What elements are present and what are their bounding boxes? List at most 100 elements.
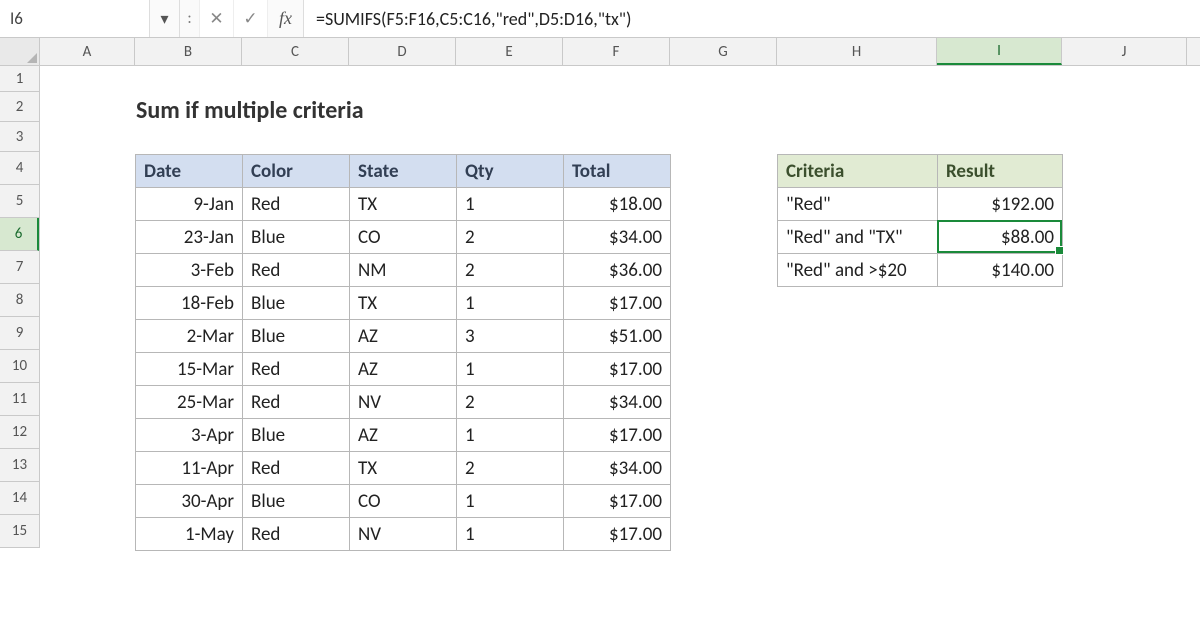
- row-header[interactable]: 11: [0, 383, 39, 416]
- cell[interactable]: $34.00: [564, 221, 671, 254]
- cell[interactable]: 2: [457, 254, 564, 287]
- column-header[interactable]: B: [135, 38, 242, 65]
- cell[interactable]: NV: [350, 386, 457, 419]
- insert-function-button[interactable]: fx: [268, 0, 304, 37]
- row-header[interactable]: 3: [0, 122, 39, 152]
- column-header[interactable]: G: [670, 38, 777, 65]
- cell[interactable]: 18-Feb: [136, 287, 243, 320]
- cell[interactable]: Blue: [243, 287, 350, 320]
- cell[interactable]: CO: [350, 221, 457, 254]
- criteria-cell[interactable]: "Red" and "TX": [778, 221, 938, 254]
- cell[interactable]: 11-Apr: [136, 452, 243, 485]
- cell[interactable]: Blue: [243, 419, 350, 452]
- row-header[interactable]: 2: [0, 92, 39, 122]
- row-header[interactable]: 7: [0, 251, 39, 284]
- column-header-cell[interactable]: Date: [136, 155, 243, 188]
- column-header[interactable]: J: [1062, 38, 1187, 65]
- cell[interactable]: Red: [243, 518, 350, 551]
- result-cell[interactable]: $192.00: [938, 188, 1063, 221]
- name-box[interactable]: I6: [0, 0, 150, 37]
- cell[interactable]: 2: [457, 386, 564, 419]
- cell[interactable]: $17.00: [564, 353, 671, 386]
- cell[interactable]: AZ: [350, 419, 457, 452]
- row-header[interactable]: 5: [0, 185, 39, 218]
- cell[interactable]: Red: [243, 386, 350, 419]
- cell[interactable]: 2: [457, 221, 564, 254]
- column-header-cell[interactable]: Qty: [457, 155, 564, 188]
- column-header-cell[interactable]: Color: [243, 155, 350, 188]
- row-header[interactable]: 6: [0, 218, 39, 251]
- name-box-dropdown[interactable]: ▾: [150, 0, 180, 37]
- cell[interactable]: 3-Apr: [136, 419, 243, 452]
- column-header[interactable]: H: [777, 38, 937, 65]
- cell[interactable]: 23-Jan: [136, 221, 243, 254]
- cell[interactable]: 1-May: [136, 518, 243, 551]
- column-header[interactable]: A: [40, 38, 135, 65]
- row-header[interactable]: 14: [0, 482, 39, 515]
- result-cell[interactable]: $88.00: [938, 221, 1063, 254]
- cell[interactable]: $17.00: [564, 485, 671, 518]
- cell[interactable]: 1: [457, 188, 564, 221]
- cell[interactable]: 1: [457, 353, 564, 386]
- cell[interactable]: 15-Mar: [136, 353, 243, 386]
- row-header[interactable]: 13: [0, 449, 39, 482]
- column-header[interactable]: I: [937, 38, 1062, 65]
- cell[interactable]: $17.00: [564, 518, 671, 551]
- cancel-button[interactable]: ✕: [200, 0, 234, 37]
- cell[interactable]: Red: [243, 188, 350, 221]
- column-header[interactable]: E: [456, 38, 563, 65]
- criteria-cell[interactable]: "Red" and >$20: [778, 254, 938, 287]
- select-all-button[interactable]: [0, 38, 40, 65]
- row-header[interactable]: 4: [0, 152, 39, 185]
- column-header[interactable]: D: [349, 38, 456, 65]
- cell[interactable]: Red: [243, 452, 350, 485]
- cell[interactable]: Blue: [243, 320, 350, 353]
- cell[interactable]: $17.00: [564, 287, 671, 320]
- cell[interactable]: $36.00: [564, 254, 671, 287]
- cell[interactable]: 1: [457, 419, 564, 452]
- criteria-cell[interactable]: "Red": [778, 188, 938, 221]
- cell[interactable]: $18.00: [564, 188, 671, 221]
- row-header[interactable]: 8: [0, 284, 39, 317]
- cell[interactable]: Red: [243, 353, 350, 386]
- column-header-cell[interactable]: Total: [564, 155, 671, 188]
- cell[interactable]: $17.00: [564, 419, 671, 452]
- column-header-cell[interactable]: Result: [938, 155, 1063, 188]
- cell[interactable]: Red: [243, 254, 350, 287]
- row-header[interactable]: 12: [0, 416, 39, 449]
- row-header[interactable]: 1: [0, 66, 39, 92]
- cell[interactable]: AZ: [350, 320, 457, 353]
- column-header[interactable]: C: [242, 38, 349, 65]
- cell[interactable]: 1: [457, 287, 564, 320]
- cell[interactable]: 1: [457, 518, 564, 551]
- cell[interactable]: TX: [350, 188, 457, 221]
- worksheet-grid[interactable]: 123456789101112131415 Sum if multiple cr…: [0, 66, 1200, 630]
- cell[interactable]: 2: [457, 452, 564, 485]
- formula-input[interactable]: =SUMIFS(F5:F16,C5:C16,"red",D5:D16,"tx"): [304, 0, 1200, 37]
- row-header[interactable]: 10: [0, 350, 39, 383]
- column-header-cell[interactable]: Criteria: [778, 155, 938, 188]
- cell[interactable]: $51.00: [564, 320, 671, 353]
- cell[interactable]: $34.00: [564, 452, 671, 485]
- cell[interactable]: TX: [350, 452, 457, 485]
- cell[interactable]: AZ: [350, 353, 457, 386]
- cell[interactable]: 9-Jan: [136, 188, 243, 221]
- row-header[interactable]: 9: [0, 317, 39, 350]
- cell[interactable]: 25-Mar: [136, 386, 243, 419]
- result-cell[interactable]: $140.00: [938, 254, 1063, 287]
- enter-button[interactable]: ✓: [234, 0, 268, 37]
- row-header[interactable]: 15: [0, 515, 39, 548]
- column-header[interactable]: F: [563, 38, 670, 65]
- cell[interactable]: TX: [350, 287, 457, 320]
- cell[interactable]: NV: [350, 518, 457, 551]
- cell[interactable]: 1: [457, 485, 564, 518]
- cell[interactable]: NM: [350, 254, 457, 287]
- cell[interactable]: 3-Feb: [136, 254, 243, 287]
- cell[interactable]: $34.00: [564, 386, 671, 419]
- cell[interactable]: Blue: [243, 485, 350, 518]
- cell[interactable]: 2-Mar: [136, 320, 243, 353]
- sheet-body[interactable]: Sum if multiple criteria DateColorStateQ…: [40, 66, 1200, 630]
- cell[interactable]: 30-Apr: [136, 485, 243, 518]
- cell[interactable]: Blue: [243, 221, 350, 254]
- column-header-cell[interactable]: State: [350, 155, 457, 188]
